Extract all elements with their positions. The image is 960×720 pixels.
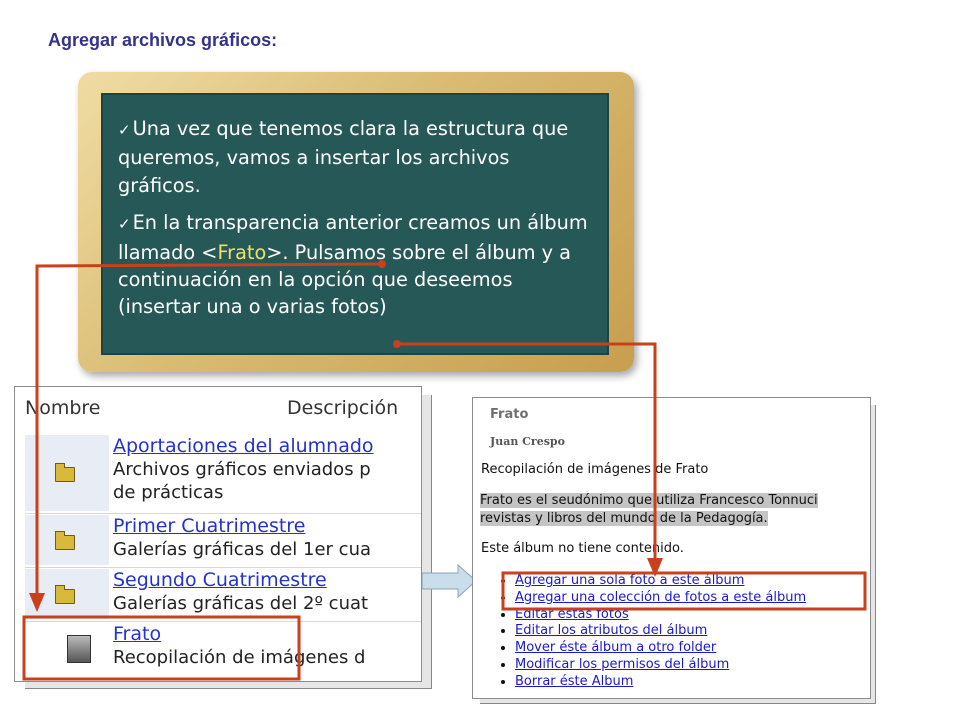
arrowhead-icon — [29, 593, 45, 612]
arrow-to-frato — [35, 262, 383, 595]
arrow-start-dot — [378, 260, 386, 268]
arrow-start-dot — [393, 340, 401, 348]
arrow-to-options — [397, 342, 657, 560]
annotation-overlay — [22, 260, 867, 681]
add-photo-options-highlight — [501, 571, 867, 611]
frato-row-highlight — [22, 615, 301, 681]
